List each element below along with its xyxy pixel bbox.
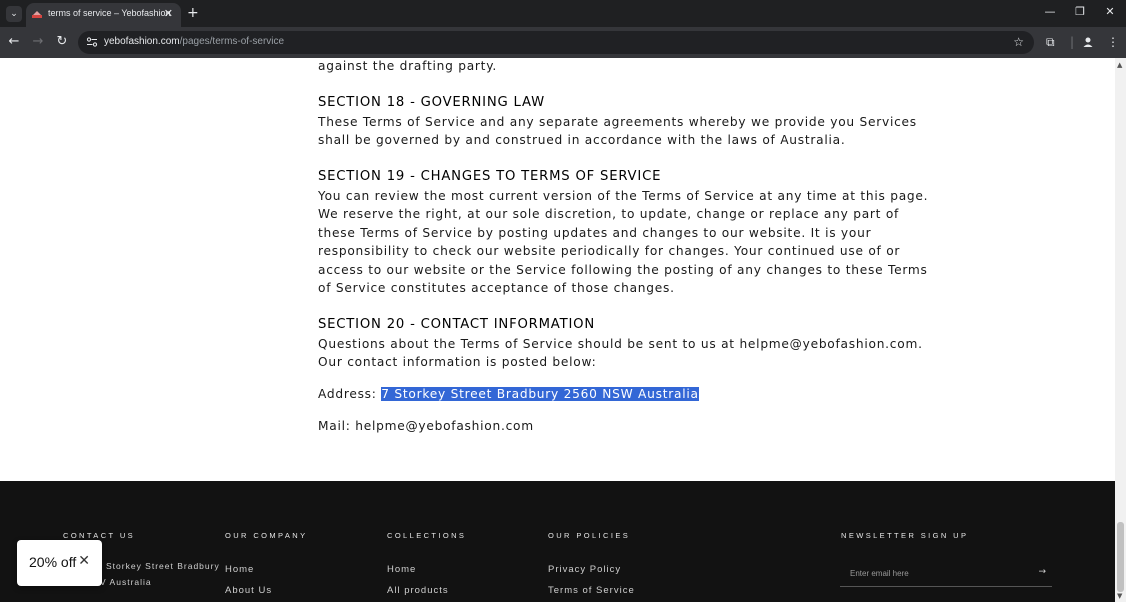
mail-line: Mail: helpme@yebofashion.com xyxy=(318,418,534,433)
section-19-line: You can review the most current version … xyxy=(318,188,929,203)
section-19-line: access to our website or the Service fol… xyxy=(318,262,928,277)
tab-title: terms of service – Yebofashion xyxy=(48,8,171,18)
address-line: Address: 7 Storkey Street Bradbury 2560 … xyxy=(318,385,808,405)
footer-company-heading: OUR COMPANY xyxy=(225,531,308,540)
newsletter-email-placeholder: Enter email here xyxy=(850,569,909,578)
reload-icon[interactable]: ↻ xyxy=(54,34,70,49)
restore-icon[interactable]: ❐ xyxy=(1073,5,1087,18)
section-20-heading: SECTION 20 - CONTACT INFORMATION xyxy=(318,317,595,332)
back-icon[interactable]: ← xyxy=(6,34,22,49)
address-value-selected[interactable]: 7 Storkey Street Bradbury 2560 NSW Austr… xyxy=(381,386,699,401)
url-host: yebofashion.com xyxy=(104,36,180,47)
footer-policies-heading: OUR POLICIES xyxy=(548,531,631,540)
tab-search-button[interactable]: ⌄ xyxy=(6,6,22,22)
footer-contact-country: V Australia xyxy=(100,577,152,587)
address-bar[interactable]: yebofashion.com/pages/terms-of-service ☆ xyxy=(78,31,1034,54)
scrollbar-thumb[interactable] xyxy=(1117,522,1124,592)
footer-link-terms-of-service[interactable]: Terms of Service xyxy=(548,585,635,596)
scroll-down-arrow-icon[interactable]: ▼ xyxy=(1117,592,1122,600)
newsletter-submit-arrow-icon[interactable]: → xyxy=(1038,567,1046,577)
page-scrollbar[interactable]: ▲ ▼ xyxy=(1115,58,1126,602)
minimize-icon[interactable]: — xyxy=(1043,5,1057,18)
popup-close-icon[interactable]: ✕ xyxy=(78,553,90,569)
section-19-line: We reserve the right, at our sole discre… xyxy=(318,207,900,221)
menu-kebab-icon[interactable]: ⋮ xyxy=(1107,35,1119,49)
site-footer: CONTACT US Storkey Street Bradbury V Aus… xyxy=(0,481,1115,602)
bookmark-star-icon[interactable]: ☆ xyxy=(1013,35,1024,49)
footer-link-collections-home[interactable]: Home xyxy=(387,564,416,575)
site-favicon-icon xyxy=(32,11,42,18)
footer-collections-heading: COLLECTIONS xyxy=(387,531,467,540)
footer-newsletter-heading: NEWSLETTER SIGN UP xyxy=(841,531,969,540)
footer-link-about-us[interactable]: About Us xyxy=(225,585,272,596)
section-19-line: of Service constitutes acceptance of tho… xyxy=(318,281,675,295)
discount-label: 20% off xyxy=(29,554,77,570)
footer-contact-heading: CONTACT US xyxy=(63,531,136,540)
section-19-line: responsibility to check our website peri… xyxy=(318,244,901,258)
section-18-heading: SECTION 18 - GOVERNING LAW xyxy=(318,95,545,110)
footer-link-home[interactable]: Home xyxy=(225,564,254,575)
intro-tail: against the drafting party. xyxy=(318,59,498,73)
footer-link-privacy-policy[interactable]: Privacy Policy xyxy=(548,564,621,575)
extensions-icon[interactable]: ⧉ xyxy=(1046,35,1055,50)
active-tab[interactable]: terms of service – Yebofashion ✕ xyxy=(26,3,181,27)
address-label: Address: xyxy=(318,386,382,401)
tab-strip: ⌄ terms of service – Yebofashion ✕ + — ❐… xyxy=(0,0,1126,27)
url-text[interactable]: yebofashion.com/pages/terms-of-service xyxy=(104,36,284,47)
section-19-heading: SECTION 19 - CHANGES TO TERMS OF SERVICE xyxy=(318,169,662,184)
url-path: /pages/terms-of-service xyxy=(179,36,285,47)
browser-toolbar: ← → ↻ yebofashion.com/pages/terms-of-ser… xyxy=(0,27,1126,58)
footer-contact-address: Storkey Street Bradbury xyxy=(106,561,220,571)
discount-popup[interactable]: 20% off ✕ xyxy=(17,540,102,586)
toolbar-divider: | xyxy=(1070,35,1075,49)
section-20-line: Questions about the Terms of Service sho… xyxy=(318,336,923,351)
section-19-line: these Terms of Service by posting update… xyxy=(318,225,872,240)
window-close-icon[interactable]: ✕ xyxy=(1103,5,1117,18)
site-info-icon[interactable] xyxy=(86,36,98,48)
newsletter-email-input[interactable]: Enter email here → xyxy=(840,563,1052,587)
web-page: against the drafting party. SECTION 18 -… xyxy=(0,58,1115,602)
tab-close-icon[interactable]: ✕ xyxy=(164,7,173,20)
terms-content: against the drafting party. SECTION 18 -… xyxy=(318,58,929,435)
section-20-line: Our contact information is posted below: xyxy=(318,355,597,369)
section-18-line: These Terms of Service and any separate … xyxy=(318,114,917,129)
profile-icon[interactable] xyxy=(1082,36,1094,48)
forward-icon[interactable]: → xyxy=(30,34,46,49)
new-tab-icon[interactable]: + xyxy=(187,5,199,21)
section-18-line: shall be governed by and construed in ac… xyxy=(318,133,846,147)
footer-link-all-products[interactable]: All products xyxy=(387,585,449,596)
scroll-up-arrow-icon[interactable]: ▲ xyxy=(1117,61,1122,69)
